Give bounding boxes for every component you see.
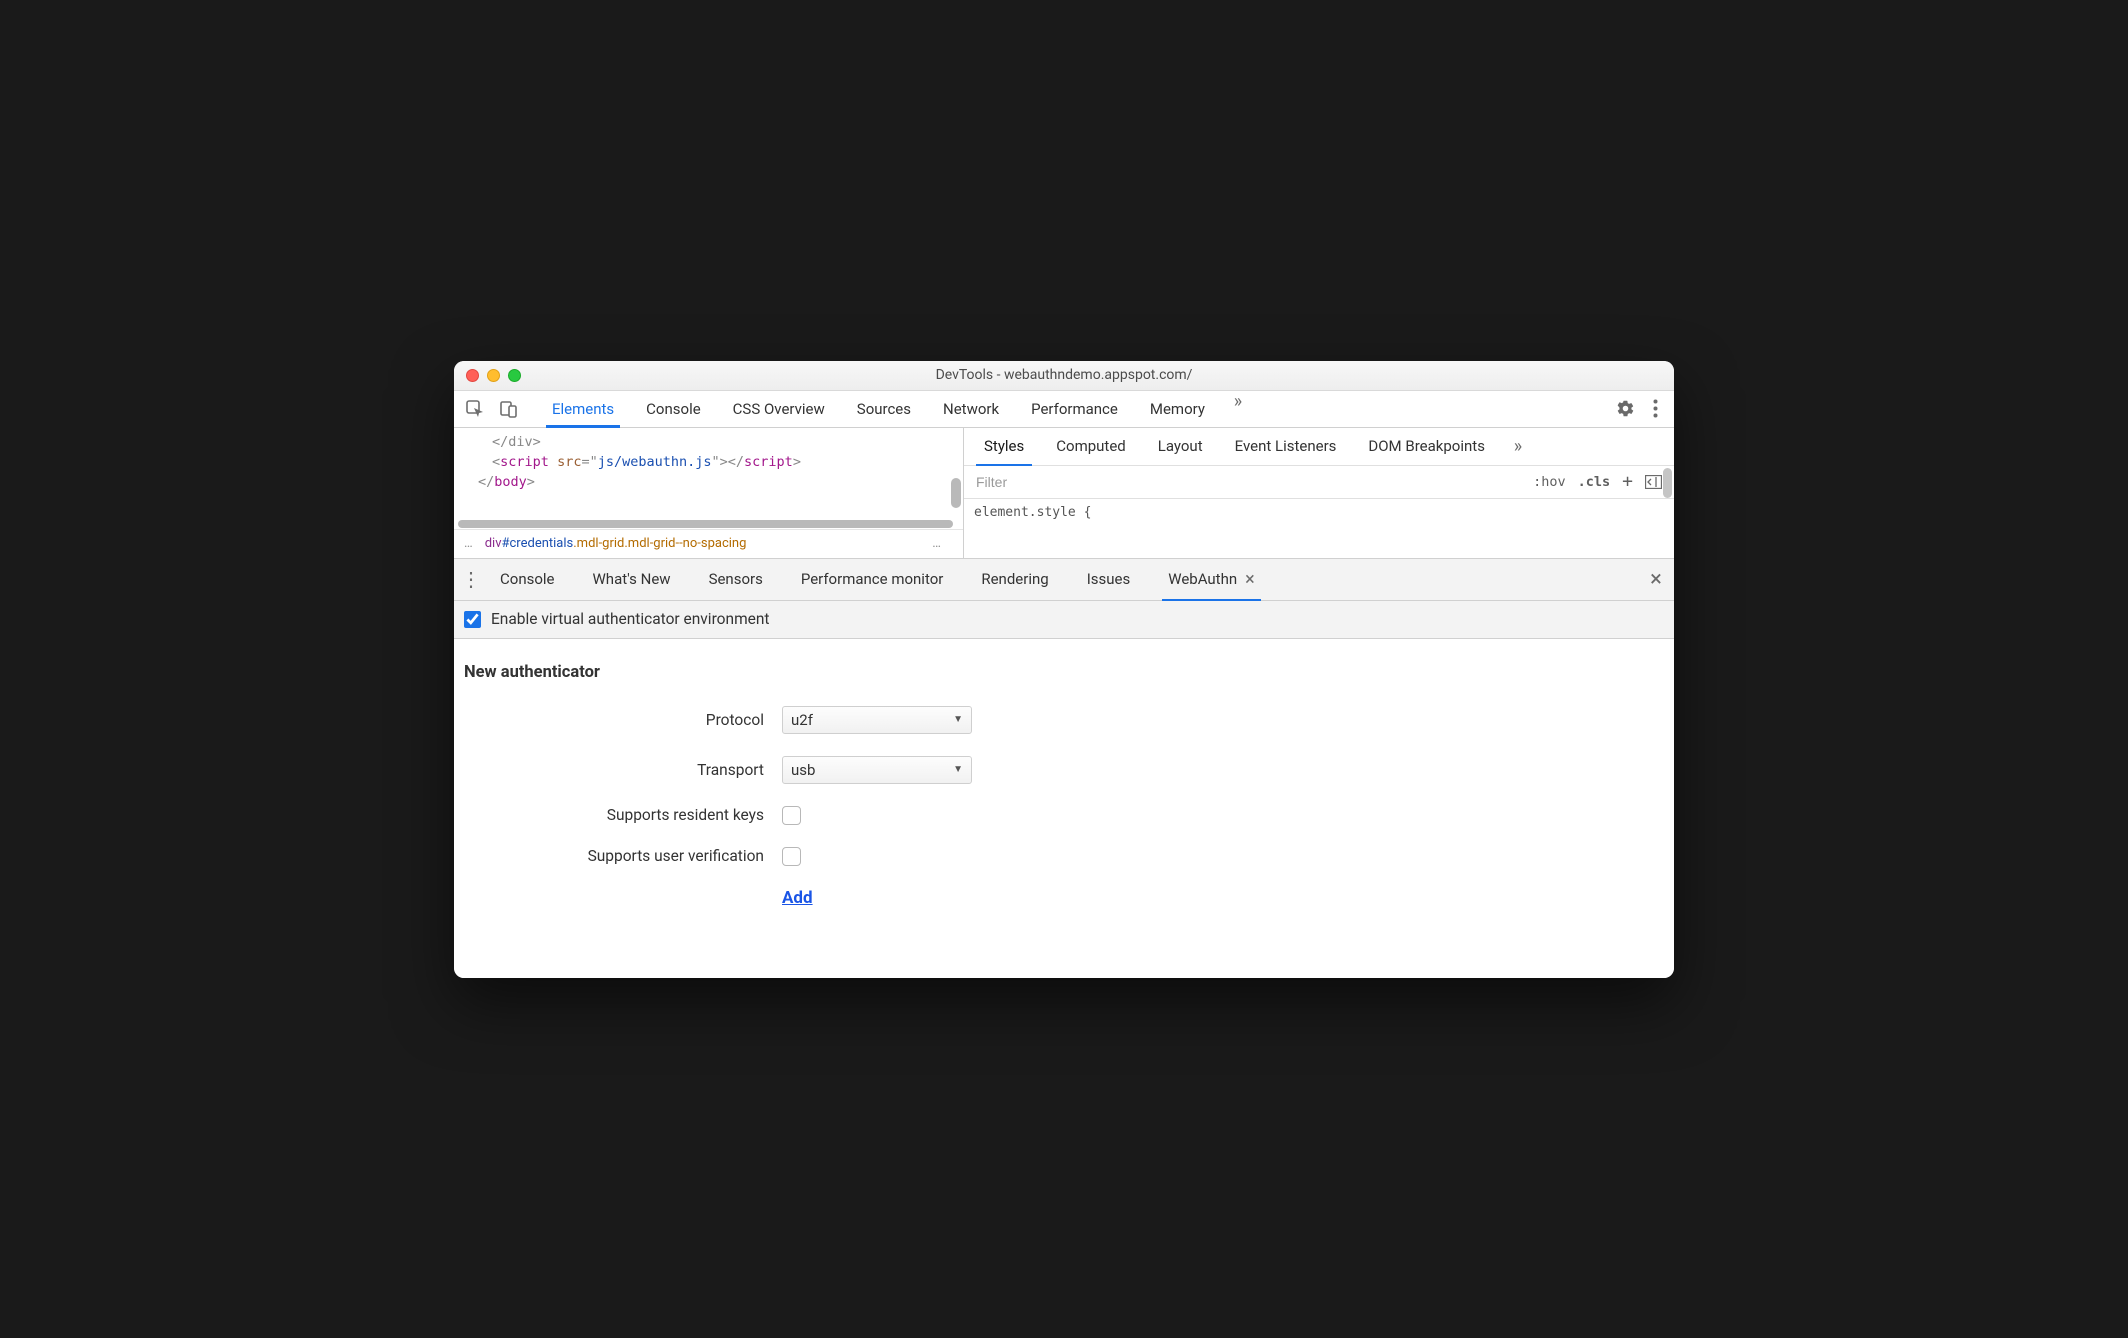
resident-keys-checkbox[interactable]: [782, 806, 801, 825]
code-line-1: </div>: [492, 434, 541, 450]
new-authenticator-heading: New authenticator: [464, 663, 1664, 682]
sidebar-tab-event-listeners[interactable]: Event Listeners: [1219, 427, 1353, 465]
chevron-down-icon: ▼: [953, 764, 963, 775]
devtools-window: DevTools - webauthndemo.appspot.com/ Ele…: [454, 361, 1674, 978]
protocol-select[interactable]: u2f ▼: [782, 706, 972, 734]
tab-network[interactable]: Network: [927, 391, 1015, 427]
breadcrumb-leading-ellipsis[interactable]: …: [464, 536, 475, 551]
traffic-lights: [466, 369, 521, 382]
styles-scrollbar-thumb[interactable]: [1663, 468, 1672, 498]
tab-console[interactable]: Console: [630, 391, 717, 427]
styles-pane: Styles Computed Layout Event Listeners D…: [964, 428, 1674, 558]
dom-breadcrumb[interactable]: … div#credentials.mdl-grid.mdl-grid--no-…: [454, 529, 963, 558]
add-authenticator-link[interactable]: Add: [782, 888, 813, 908]
inspect-element-icon[interactable]: [458, 391, 492, 427]
protocol-row: Protocol u2f ▼: [464, 706, 1664, 734]
horizontal-scrollbar-thumb[interactable]: [458, 520, 953, 528]
styles-filter-row: :hov .cls +: [964, 466, 1674, 499]
titlebar: DevTools - webauthndemo.appspot.com/: [454, 361, 1674, 391]
chevron-down-icon: ▼: [953, 714, 963, 725]
sidebar-tabs-overflow-icon[interactable]: »: [1501, 436, 1535, 457]
enable-virtual-auth-checkbox[interactable]: [464, 611, 481, 628]
close-window-button[interactable]: [466, 369, 479, 382]
tab-css-overview[interactable]: CSS Overview: [717, 391, 841, 427]
cls-toggle[interactable]: .cls: [1572, 474, 1617, 490]
protocol-value: u2f: [791, 711, 813, 729]
sidebar-tab-computed[interactable]: Computed: [1040, 427, 1142, 465]
tab-memory[interactable]: Memory: [1134, 391, 1221, 427]
sidebar-tab-styles[interactable]: Styles: [968, 427, 1040, 465]
drawer-tab-console[interactable]: Console: [490, 558, 565, 600]
drawer-tabs: Console What's New Sensors Performance m…: [490, 558, 1265, 600]
drawer-tab-webauthn[interactable]: WebAuthn ×: [1158, 558, 1265, 600]
zoom-window-button[interactable]: [508, 369, 521, 382]
resident-keys-row: Supports resident keys: [464, 806, 1664, 825]
tab-elements[interactable]: Elements: [536, 391, 630, 427]
window-title: DevTools - webauthndemo.appspot.com/: [454, 367, 1674, 383]
user-verification-checkbox[interactable]: [782, 847, 801, 866]
drawer-tab-sensors[interactable]: Sensors: [699, 558, 773, 600]
transport-value: usb: [791, 761, 815, 779]
enable-virtual-auth-label: Enable virtual authenticator environment: [491, 610, 770, 628]
hov-toggle[interactable]: :hov: [1527, 474, 1572, 490]
add-row: Add: [464, 888, 1664, 908]
drawer-tab-perf-monitor[interactable]: Performance monitor: [791, 558, 954, 600]
vertical-scrollbar-thumb[interactable]: [951, 478, 961, 508]
more-menu-icon[interactable]: [1640, 391, 1670, 427]
resident-keys-label: Supports resident keys: [464, 806, 764, 824]
minimize-window-button[interactable]: [487, 369, 500, 382]
styles-filter-input[interactable]: [970, 474, 1527, 490]
drawer-tab-close-icon[interactable]: ×: [1245, 569, 1255, 590]
tab-performance[interactable]: Performance: [1015, 391, 1134, 427]
transport-select[interactable]: usb ▼: [782, 756, 972, 784]
drawer-menu-icon[interactable]: ⋮: [460, 567, 482, 591]
drawer-tab-whatsnew[interactable]: What's New: [583, 558, 681, 600]
drawer-tab-rendering[interactable]: Rendering: [971, 558, 1058, 600]
drawer-tab-issues[interactable]: Issues: [1077, 558, 1141, 600]
new-authenticator-form: Protocol u2f ▼ Transport usb ▼ Supports …: [464, 706, 1664, 908]
sidebar-tab-layout[interactable]: Layout: [1142, 427, 1219, 465]
main-tabs: Elements Console CSS Overview Sources Ne…: [536, 391, 1255, 427]
webauthn-panel: New authenticator Protocol u2f ▼ Transpo…: [454, 639, 1674, 978]
dom-tree-code[interactable]: </div> <script src="js/webauthn.js"></sc…: [454, 428, 963, 529]
settings-icon[interactable]: [1610, 391, 1640, 427]
main-tabs-overflow-icon[interactable]: »: [1221, 391, 1255, 427]
drawer-tabbar: ⋮ Console What's New Sensors Performance…: [454, 559, 1674, 601]
transport-row: Transport usb ▼: [464, 756, 1664, 784]
sidebar-tabs: Styles Computed Layout Event Listeners D…: [964, 428, 1674, 466]
device-toolbar-icon[interactable]: [492, 391, 526, 427]
drawer-tab-webauthn-label: WebAuthn: [1168, 570, 1237, 588]
main-tabbar: Elements Console CSS Overview Sources Ne…: [454, 391, 1674, 428]
drawer-close-icon[interactable]: ×: [1644, 567, 1668, 592]
user-verification-label: Supports user verification: [464, 847, 764, 865]
new-style-rule-icon[interactable]: +: [1616, 471, 1639, 492]
elements-panel-split: </div> <script src="js/webauthn.js"></sc…: [454, 428, 1674, 559]
tab-sources[interactable]: Sources: [841, 391, 927, 427]
styles-body[interactable]: element.style {: [964, 499, 1674, 526]
sidebar-tab-dom-breakpoints[interactable]: DOM Breakpoints: [1352, 427, 1501, 465]
breadcrumb-trailing-ellipsis[interactable]: …: [932, 536, 943, 551]
transport-label: Transport: [464, 761, 764, 779]
user-verification-row: Supports user verification: [464, 847, 1664, 866]
protocol-label: Protocol: [464, 711, 764, 729]
dom-tree-pane: </div> <script src="js/webauthn.js"></sc…: [454, 428, 964, 558]
enable-virtual-authenticator-row: Enable virtual authenticator environment: [454, 601, 1674, 639]
